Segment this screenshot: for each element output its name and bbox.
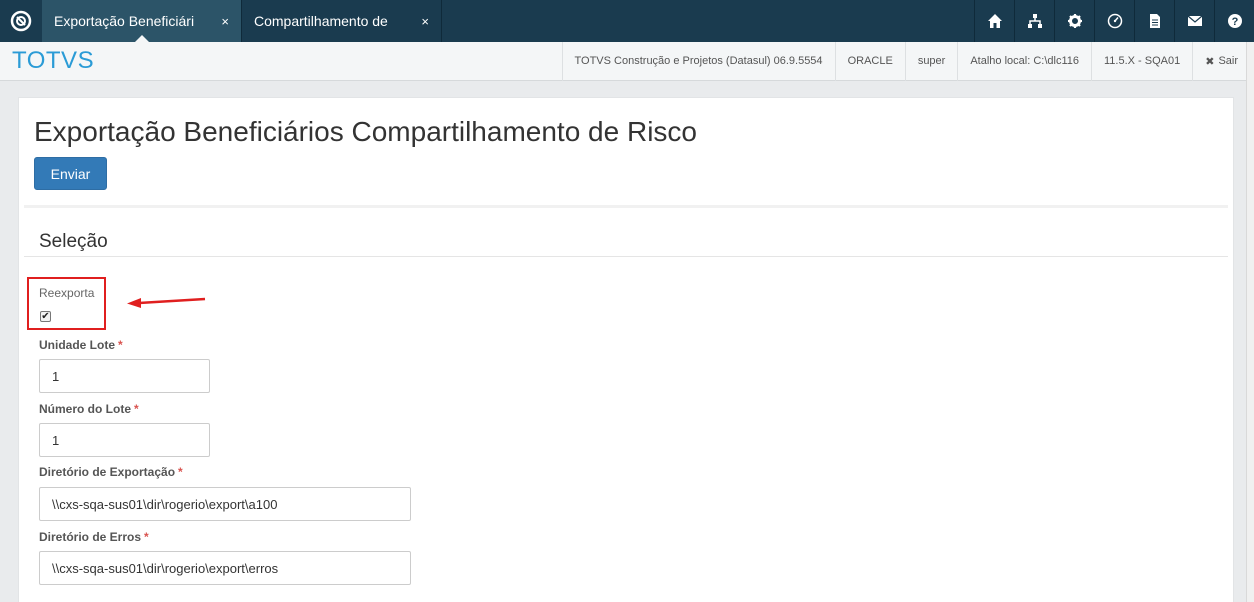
tab-label: Exportação Beneficiári bbox=[54, 13, 195, 29]
version-info: 11.5.X - SQA01 bbox=[1090, 41, 1192, 81]
totvs-logo-icon[interactable] bbox=[0, 0, 42, 42]
numero-lote-input[interactable]: 1 bbox=[39, 423, 210, 457]
page-title: Exportação Beneficiários Compartilhament… bbox=[34, 116, 697, 147]
gear-icon[interactable] bbox=[1054, 0, 1094, 42]
top-navigation-bar: Exportação Beneficiári × Compartilhament… bbox=[0, 0, 1254, 42]
exit-label: Sair bbox=[1218, 55, 1238, 67]
home-icon[interactable] bbox=[974, 0, 1014, 42]
close-tab-icon[interactable]: × bbox=[221, 14, 229, 29]
diretorio-exportacao-input[interactable]: \\cxs-sqa-sus01\dir\rogerio\export\a100 bbox=[39, 487, 411, 521]
document-icon[interactable] bbox=[1134, 0, 1174, 42]
section-title: Seleção bbox=[39, 231, 108, 252]
sitemap-icon[interactable] bbox=[1014, 0, 1054, 42]
product-info: TOTVS Construção e Projetos (Datasul) 06… bbox=[561, 41, 835, 81]
checkmark-icon: ✔ bbox=[41, 310, 50, 322]
diretorio-exportacao-label: Diretório de Exportação * bbox=[39, 465, 183, 479]
unidade-lote-label: Unidade Lote * bbox=[39, 338, 123, 352]
tab-exportacao-beneficiarios[interactable]: Exportação Beneficiári × bbox=[42, 0, 242, 42]
database-info: ORACLE bbox=[834, 41, 905, 81]
dashboard-icon[interactable] bbox=[1094, 0, 1134, 42]
app-header: TOTVS TOTVS Construção e Projetos (Datas… bbox=[0, 41, 1254, 81]
tab-compartilhamento[interactable]: Compartilhamento de × bbox=[242, 0, 442, 42]
section-divider bbox=[24, 256, 1228, 257]
user-info: super bbox=[904, 41, 958, 81]
help-icon[interactable]: ? bbox=[1214, 0, 1254, 42]
shortcut-info: Atalho local: C:\dlc116 bbox=[957, 41, 1091, 81]
tab-label: Compartilhamento de bbox=[254, 13, 388, 29]
header-divider bbox=[24, 205, 1228, 208]
top-icon-toolbar: ? bbox=[974, 0, 1254, 42]
main-panel: Exportação Beneficiários Compartilhament… bbox=[18, 97, 1234, 602]
diretorio-erros-input[interactable]: \\cxs-sqa-sus01\dir\rogerio\export\erros bbox=[39, 551, 411, 585]
unidade-lote-input[interactable]: 1 bbox=[39, 359, 210, 393]
send-button[interactable]: Enviar bbox=[34, 157, 107, 190]
svg-text:?: ? bbox=[1231, 16, 1238, 28]
highlight-annotation-box bbox=[27, 277, 106, 330]
vertical-scrollbar[interactable] bbox=[1246, 42, 1254, 602]
mail-icon[interactable] bbox=[1174, 0, 1214, 42]
close-icon: ✖ bbox=[1205, 55, 1215, 68]
diretorio-erros-label: Diretório de Erros * bbox=[39, 530, 149, 544]
reexporta-label: Reexporta bbox=[39, 286, 95, 300]
annotation-arrow-icon bbox=[127, 297, 206, 308]
brand-logo[interactable]: TOTVS bbox=[0, 47, 94, 75]
numero-lote-label: Número do Lote * bbox=[39, 402, 139, 416]
reexporta-checkbox[interactable]: ✔ bbox=[40, 311, 51, 322]
session-info: TOTVS Construção e Projetos (Datasul) 06… bbox=[561, 41, 1254, 81]
close-tab-icon[interactable]: × bbox=[421, 14, 429, 29]
exit-button[interactable]: ✖ Sair bbox=[1192, 41, 1254, 81]
